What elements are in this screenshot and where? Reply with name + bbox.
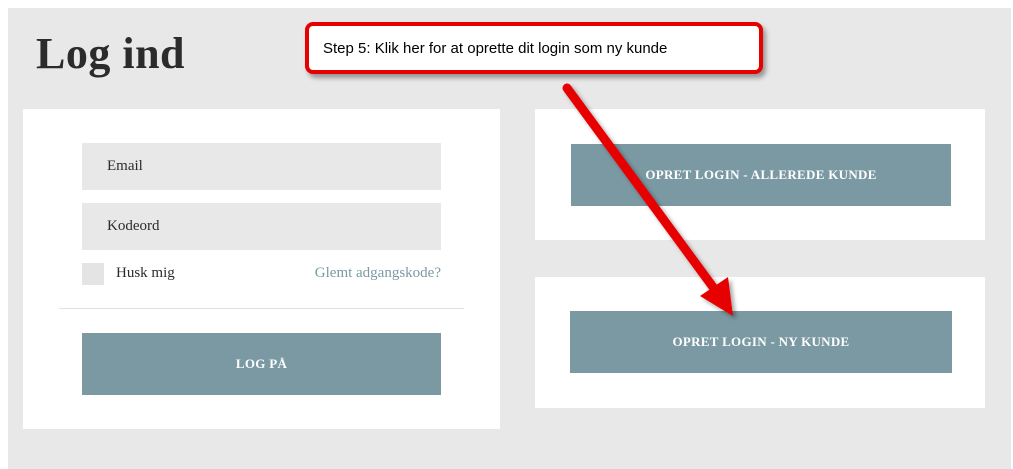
remember-me-checkbox[interactable] (82, 263, 104, 285)
email-field[interactable] (82, 143, 441, 190)
divider (59, 308, 464, 309)
page-title: Log ind (36, 29, 186, 78)
create-login-existing-customer-button[interactable]: OPRET LOGIN - ALLEREDE KUNDE (571, 144, 951, 206)
create-login-new-customer-button[interactable]: OPRET LOGIN - NY KUNDE (570, 311, 952, 373)
page-background: Log ind Husk mig Glemt adgangskode? LOG … (8, 8, 1011, 469)
login-button[interactable]: LOG PÅ (82, 333, 441, 395)
password-field[interactable] (82, 203, 441, 250)
login-panel: Husk mig Glemt adgangskode? LOG PÅ (23, 109, 500, 429)
new-customer-panel: OPRET LOGIN - NY KUNDE (535, 277, 985, 408)
annotation-callout: Step 5: Klik her for at oprette dit logi… (305, 22, 763, 74)
existing-customer-panel: OPRET LOGIN - ALLEREDE KUNDE (535, 109, 985, 240)
remember-me-label: Husk mig (116, 265, 175, 281)
forgot-password-link[interactable]: Glemt adgangskode? (315, 265, 441, 282)
